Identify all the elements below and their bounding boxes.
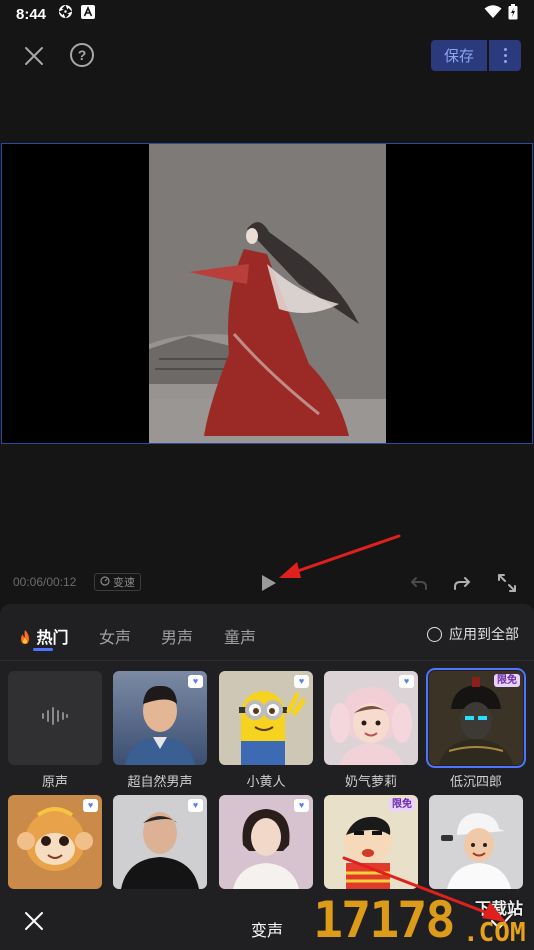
play-icon[interactable] — [261, 574, 277, 592]
favorite-icon[interactable]: ♥ — [294, 799, 309, 812]
voice-item-minion[interactable]: ♥ 小黄人 — [219, 671, 313, 790]
active-tab-indicator — [33, 648, 53, 651]
divider — [0, 660, 534, 661]
apply-all-toggle[interactable]: 应用到全部 — [427, 624, 519, 644]
voice-thumb: ♥ — [113, 795, 207, 889]
voice-label: 小黄人 — [246, 774, 286, 789]
editor-topbar: ? 保存 — [0, 36, 534, 76]
voice-category-tabs: 热门 女声 男声 童声 应用到全部 — [0, 620, 534, 656]
status-time: 8:44 — [16, 5, 47, 23]
voice-label: 超自然男声 — [127, 774, 193, 789]
favorite-icon[interactable]: ♥ — [399, 675, 414, 688]
watermark-domain: .COM — [463, 918, 526, 948]
voice-item-supernatural-male[interactable]: ♥ 超自然男声 — [113, 671, 207, 790]
apply-all-label: 应用到全部 — [449, 626, 519, 642]
voice-thumb: ♥ — [8, 795, 102, 889]
watermark-brand: 17178 — [313, 891, 456, 949]
favorite-icon[interactable]: ♥ — [188, 675, 203, 688]
voice-thumb — [8, 671, 102, 765]
voice-label: 原声 — [41, 774, 68, 789]
tab-male[interactable]: 男声 — [161, 624, 193, 648]
speed-icon — [100, 575, 110, 589]
wifi-icon — [484, 4, 502, 24]
tab-female[interactable]: 女声 — [99, 624, 131, 648]
voice-thumb: 限免 — [324, 795, 418, 889]
voice-item-male-2[interactable]: ♥ — [113, 795, 207, 889]
fullscreen-icon[interactable] — [496, 572, 518, 594]
speed-button[interactable]: 变速 — [94, 573, 141, 591]
favorite-icon[interactable]: ♥ — [294, 675, 309, 688]
tab-hot-label: 热门 — [36, 630, 69, 647]
voice-thumb: ♥ — [324, 671, 418, 765]
voice-item-monkey[interactable]: ♥ — [8, 795, 102, 889]
voice-thumb: ♥ — [113, 671, 207, 765]
video-frame-image — [149, 144, 386, 443]
radio-icon[interactable] — [427, 626, 442, 642]
more-options-icon[interactable] — [489, 40, 521, 71]
app-a-icon — [81, 4, 96, 24]
watermark-site-text: 下载站 — [475, 901, 524, 918]
voice-item-original[interactable]: 原声 — [8, 671, 102, 790]
voice-item-deep-silang[interactable]: 限免 低沉四郎 — [426, 668, 526, 790]
favorite-icon[interactable]: ♥ — [188, 799, 203, 812]
voice-thumb: ♥ — [219, 671, 313, 765]
video-preview[interactable] — [1, 143, 533, 444]
voice-item-boy[interactable] — [429, 795, 523, 889]
voice-thumb: ♥ — [219, 795, 313, 889]
tab-hot[interactable]: 热门 — [18, 624, 68, 648]
voice-thumb — [429, 795, 523, 889]
playback-controls: 00:06/00:12 变速 — [0, 568, 534, 598]
speed-label: 变速 — [113, 577, 135, 589]
limited-free-badge: 限免 — [494, 674, 520, 687]
voice-label: 奶气萝莉 — [344, 774, 397, 789]
voice-thumb: 限免 — [426, 668, 526, 768]
aperture-icon — [58, 4, 73, 24]
status-bar: 8:44 — [0, 0, 534, 28]
fire-icon — [18, 630, 36, 647]
voice-item-milky-loli[interactable]: ♥ 奶气萝莉 — [324, 671, 418, 790]
tab-child[interactable]: 童声 — [224, 624, 256, 648]
voice-item-female-2[interactable]: ♥ — [219, 795, 313, 889]
waveform-icon — [41, 705, 69, 732]
voice-item-crayon[interactable]: 限免 — [324, 795, 418, 889]
redo-icon[interactable] — [451, 572, 473, 594]
save-group: 保存 — [431, 40, 521, 71]
timecode: 00:06/00:12 — [13, 575, 77, 589]
close-icon[interactable] — [20, 42, 48, 70]
voice-label: 低沉四郎 — [449, 774, 502, 789]
limited-free-badge: 限免 — [389, 798, 415, 811]
site-watermark: 下载站 17178 .COM — [313, 888, 534, 950]
battery-icon — [508, 3, 518, 25]
save-button[interactable]: 保存 — [431, 40, 487, 71]
undo-icon[interactable] — [408, 572, 430, 594]
favorite-icon[interactable]: ♥ — [83, 799, 98, 812]
help-icon[interactable]: ? — [70, 43, 94, 67]
